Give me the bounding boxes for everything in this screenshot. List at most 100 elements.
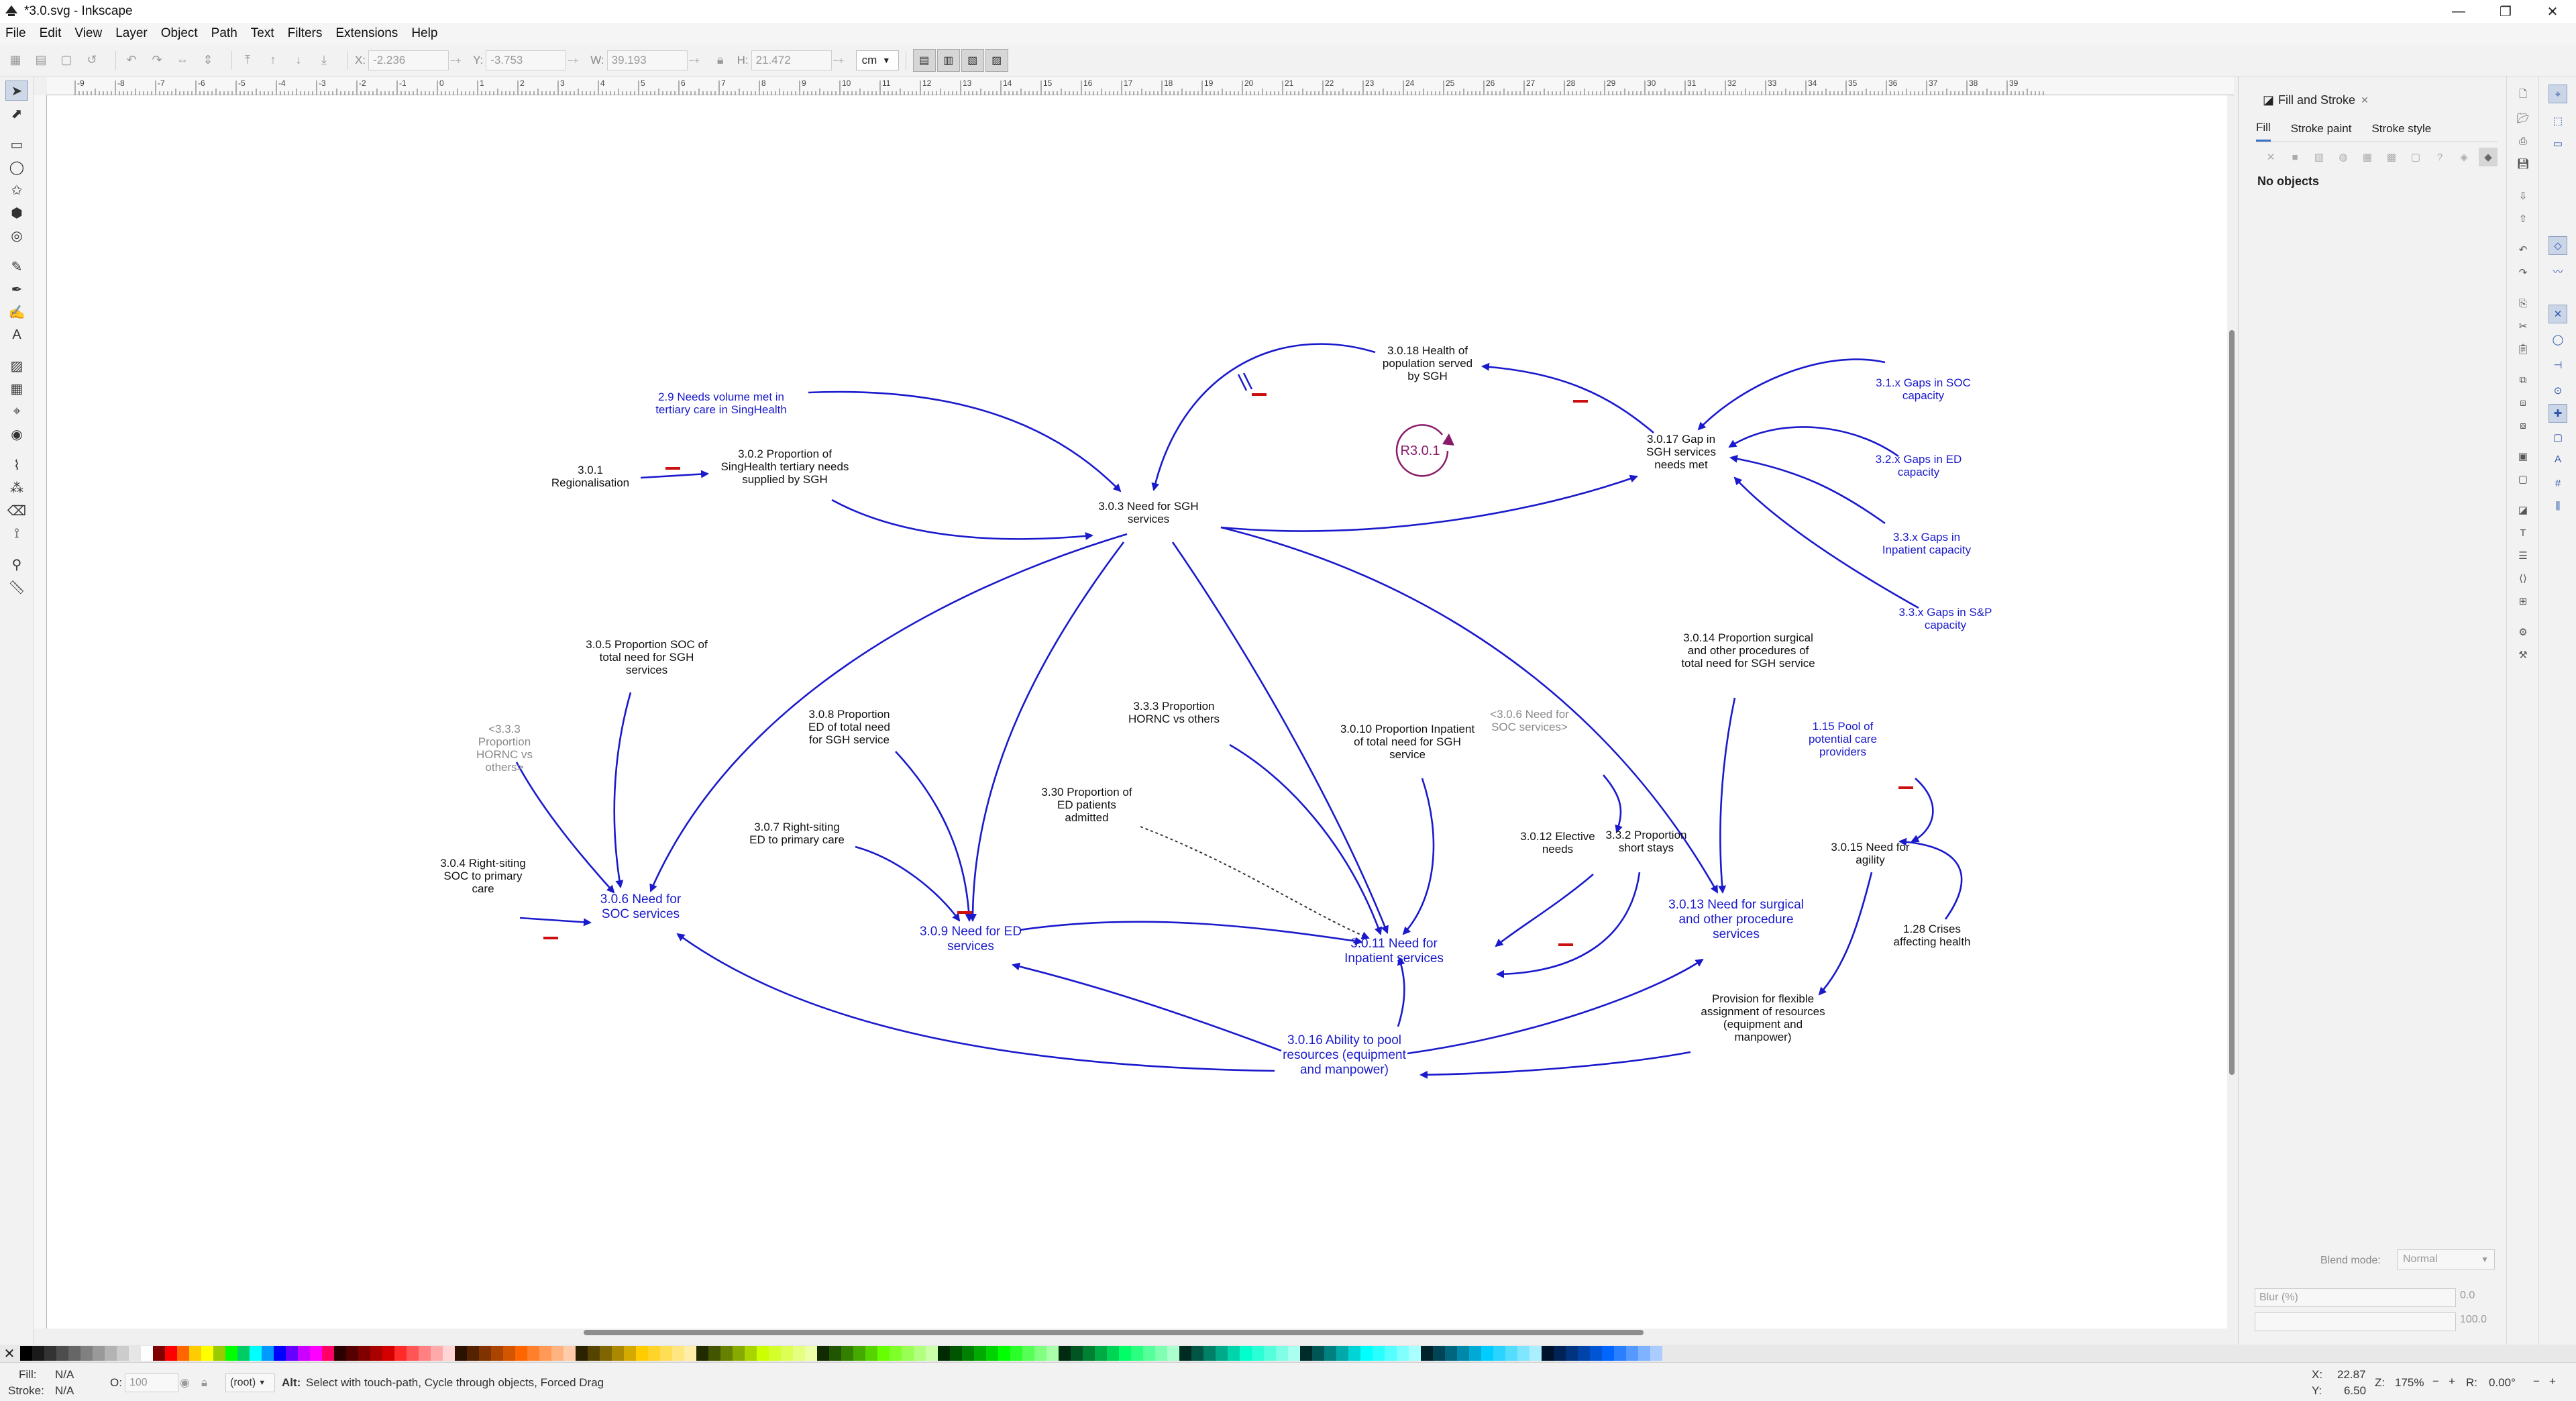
- color-swatch[interactable]: [1071, 1346, 1083, 1361]
- color-swatch[interactable]: [708, 1346, 720, 1361]
- causal-loop-diagram[interactable]: 2.9 Needs volume met in tertiary care in …: [47, 95, 2227, 1329]
- color-swatch[interactable]: [853, 1346, 865, 1361]
- causal-link[interactable]: [1397, 957, 1405, 1027]
- color-swatch[interactable]: [32, 1346, 44, 1361]
- menu-extensions[interactable]: Extensions: [335, 26, 398, 41]
- minimize-button[interactable]: —: [2435, 0, 2482, 23]
- color-swatch[interactable]: [1626, 1346, 1638, 1361]
- save-icon[interactable]: 💾︎: [2515, 156, 2531, 172]
- close-panel-icon[interactable]: ✕: [2361, 95, 2369, 106]
- color-swatch[interactable]: [382, 1346, 394, 1361]
- color-swatch[interactable]: [1324, 1346, 1336, 1361]
- selector-tool-icon[interactable]: ➤: [5, 81, 28, 101]
- color-swatch[interactable]: [1179, 1346, 1191, 1361]
- color-swatch[interactable]: [539, 1346, 551, 1361]
- horizontal-ruler[interactable]: -9 -8 -7 -6 -5 -4 -3 -2 -1 0 1 2 3 4 5 6 7 8 9 10 11 12 13 14 15…: [47, 76, 2234, 95]
- new-document-icon[interactable]: 🗋︎: [2515, 87, 2531, 103]
- color-swatch[interactable]: [189, 1346, 201, 1361]
- tab-fill[interactable]: Fill: [2256, 115, 2271, 142]
- variable-n3_0_6[interactable]: 3.0.6 Need for SOC services: [600, 892, 682, 921]
- color-swatch[interactable]: [902, 1346, 914, 1361]
- variable-n3_2x[interactable]: 3.2.x Gaps in ED capacity: [1876, 453, 1962, 478]
- h-spinner-icon[interactable]: −+: [833, 55, 847, 66]
- color-swatch[interactable]: [177, 1346, 189, 1361]
- color-swatch[interactable]: [1312, 1346, 1324, 1361]
- unset-paint-icon[interactable]: ?: [2430, 148, 2449, 166]
- snap-text-baseline-icon[interactable]: A: [2548, 450, 2567, 468]
- menu-object[interactable]: Object: [161, 26, 198, 41]
- causal-link[interactable]: [855, 845, 961, 922]
- snap-rotation-center-icon[interactable]: ✚: [2548, 404, 2567, 423]
- color-swatch[interactable]: [672, 1346, 684, 1361]
- color-swatch[interactable]: [1034, 1346, 1046, 1361]
- variable-n3_3x_sp[interactable]: 3.3.x Gaps in S&P capacity: [1899, 606, 1992, 631]
- no-color-swatch-icon[interactable]: ✕: [1, 1346, 17, 1361]
- causal-link[interactable]: [1818, 872, 1873, 996]
- color-swatch[interactable]: [1155, 1346, 1167, 1361]
- tab-stroke-paint[interactable]: Stroke paint: [2291, 117, 2352, 141]
- open-document-icon[interactable]: 📂︎: [2515, 110, 2531, 126]
- redo-icon[interactable]: ↷: [2515, 264, 2531, 280]
- color-swatch[interactable]: [68, 1346, 80, 1361]
- variable-n3_0_2[interactable]: 3.0.2 Proportion of SingHealth tertiary n…: [721, 448, 849, 486]
- color-swatch[interactable]: [974, 1346, 986, 1361]
- zoom-value[interactable]: 175%: [2395, 1376, 2424, 1390]
- export-icon[interactable]: ⇧: [2515, 211, 2531, 227]
- lock-toggle-icon[interactable]: 🔒︎: [201, 1376, 207, 1390]
- eraser-tool-icon[interactable]: ⌫: [5, 501, 28, 521]
- preferences-icon[interactable]: ⚙: [2515, 624, 2531, 640]
- color-swatch[interactable]: [1529, 1346, 1542, 1361]
- variable-n3_0_1[interactable]: 3.0.1 Regionalisation: [551, 464, 629, 489]
- color-swatch[interactable]: [781, 1346, 793, 1361]
- causal-link[interactable]: [1229, 743, 1383, 935]
- lower-icon[interactable]: ↓: [290, 52, 307, 69]
- mesh-tool-icon[interactable]: ▦: [5, 378, 28, 399]
- linear-gradient-icon[interactable]: ▥: [2310, 148, 2328, 166]
- color-swatch[interactable]: [1397, 1346, 1409, 1361]
- fill-rule-nonzero-icon[interactable]: ◆: [2479, 148, 2498, 166]
- color-swatch[interactable]: [515, 1346, 527, 1361]
- causal-link[interactable]: [1402, 778, 1435, 935]
- color-swatch[interactable]: [1022, 1346, 1034, 1361]
- color-swatch[interactable]: [1493, 1346, 1505, 1361]
- blur-value[interactable]: 0.0: [2460, 1290, 2475, 1302]
- causal-link[interactable]: [1718, 697, 1736, 894]
- paste-icon[interactable]: 📋︎: [2515, 341, 2531, 357]
- swatch-strip[interactable]: [20, 1346, 1662, 1361]
- raise-icon[interactable]: ↑: [264, 52, 282, 69]
- xml-editor-icon[interactable]: ⟨⟩: [2515, 570, 2531, 586]
- color-swatch[interactable]: [733, 1346, 745, 1361]
- color-swatch[interactable]: [1119, 1346, 1131, 1361]
- rotate-ccw-icon[interactable]: −: [2533, 1375, 2540, 1388]
- causal-link[interactable]: [1481, 362, 1654, 433]
- causal-link[interactable]: [1496, 872, 1641, 978]
- horizontal-scrollbar[interactable]: [47, 1329, 2227, 1337]
- fill-stroke-dialog-icon[interactable]: ◪: [2515, 502, 2531, 518]
- color-swatch[interactable]: [877, 1346, 890, 1361]
- rotate-ccw-icon[interactable]: ↺: [83, 52, 101, 69]
- color-swatch[interactable]: [479, 1346, 491, 1361]
- color-swatch[interactable]: [986, 1346, 998, 1361]
- variable-nProv[interactable]: Provision for flexible assignment of reso…: [1701, 992, 1825, 1043]
- vertical-scrollbar[interactable]: [2227, 95, 2237, 1329]
- color-swatch[interactable]: [576, 1346, 588, 1361]
- rotation-value[interactable]: 0.00°: [2489, 1376, 2516, 1390]
- color-swatch[interactable]: [1300, 1346, 1312, 1361]
- color-swatch[interactable]: [467, 1346, 479, 1361]
- color-swatch[interactable]: [394, 1346, 407, 1361]
- lower-to-bottom-icon[interactable]: ⤓: [315, 52, 333, 69]
- variable-n3_3_3[interactable]: 3.3.3 Proportion HORNC vs others: [1128, 700, 1220, 725]
- color-swatch[interactable]: [431, 1346, 443, 1361]
- color-swatch[interactable]: [1542, 1346, 1554, 1361]
- color-swatch[interactable]: [141, 1346, 153, 1361]
- causal-link[interactable]: [895, 751, 973, 922]
- color-swatch[interactable]: [274, 1346, 286, 1361]
- color-swatch[interactable]: [1590, 1346, 1602, 1361]
- menu-view[interactable]: View: [74, 26, 102, 41]
- zoom-tool-icon[interactable]: ⚲: [5, 554, 28, 574]
- causal-link[interactable]: [1729, 454, 1886, 525]
- clone-icon[interactable]: ⧈: [2515, 395, 2531, 411]
- causal-link[interactable]: [519, 917, 592, 927]
- layer-select[interactable]: (root) ▼: [225, 1373, 275, 1392]
- variable-n3_1x[interactable]: 3.1.x Gaps in SOC capacity: [1876, 376, 1971, 402]
